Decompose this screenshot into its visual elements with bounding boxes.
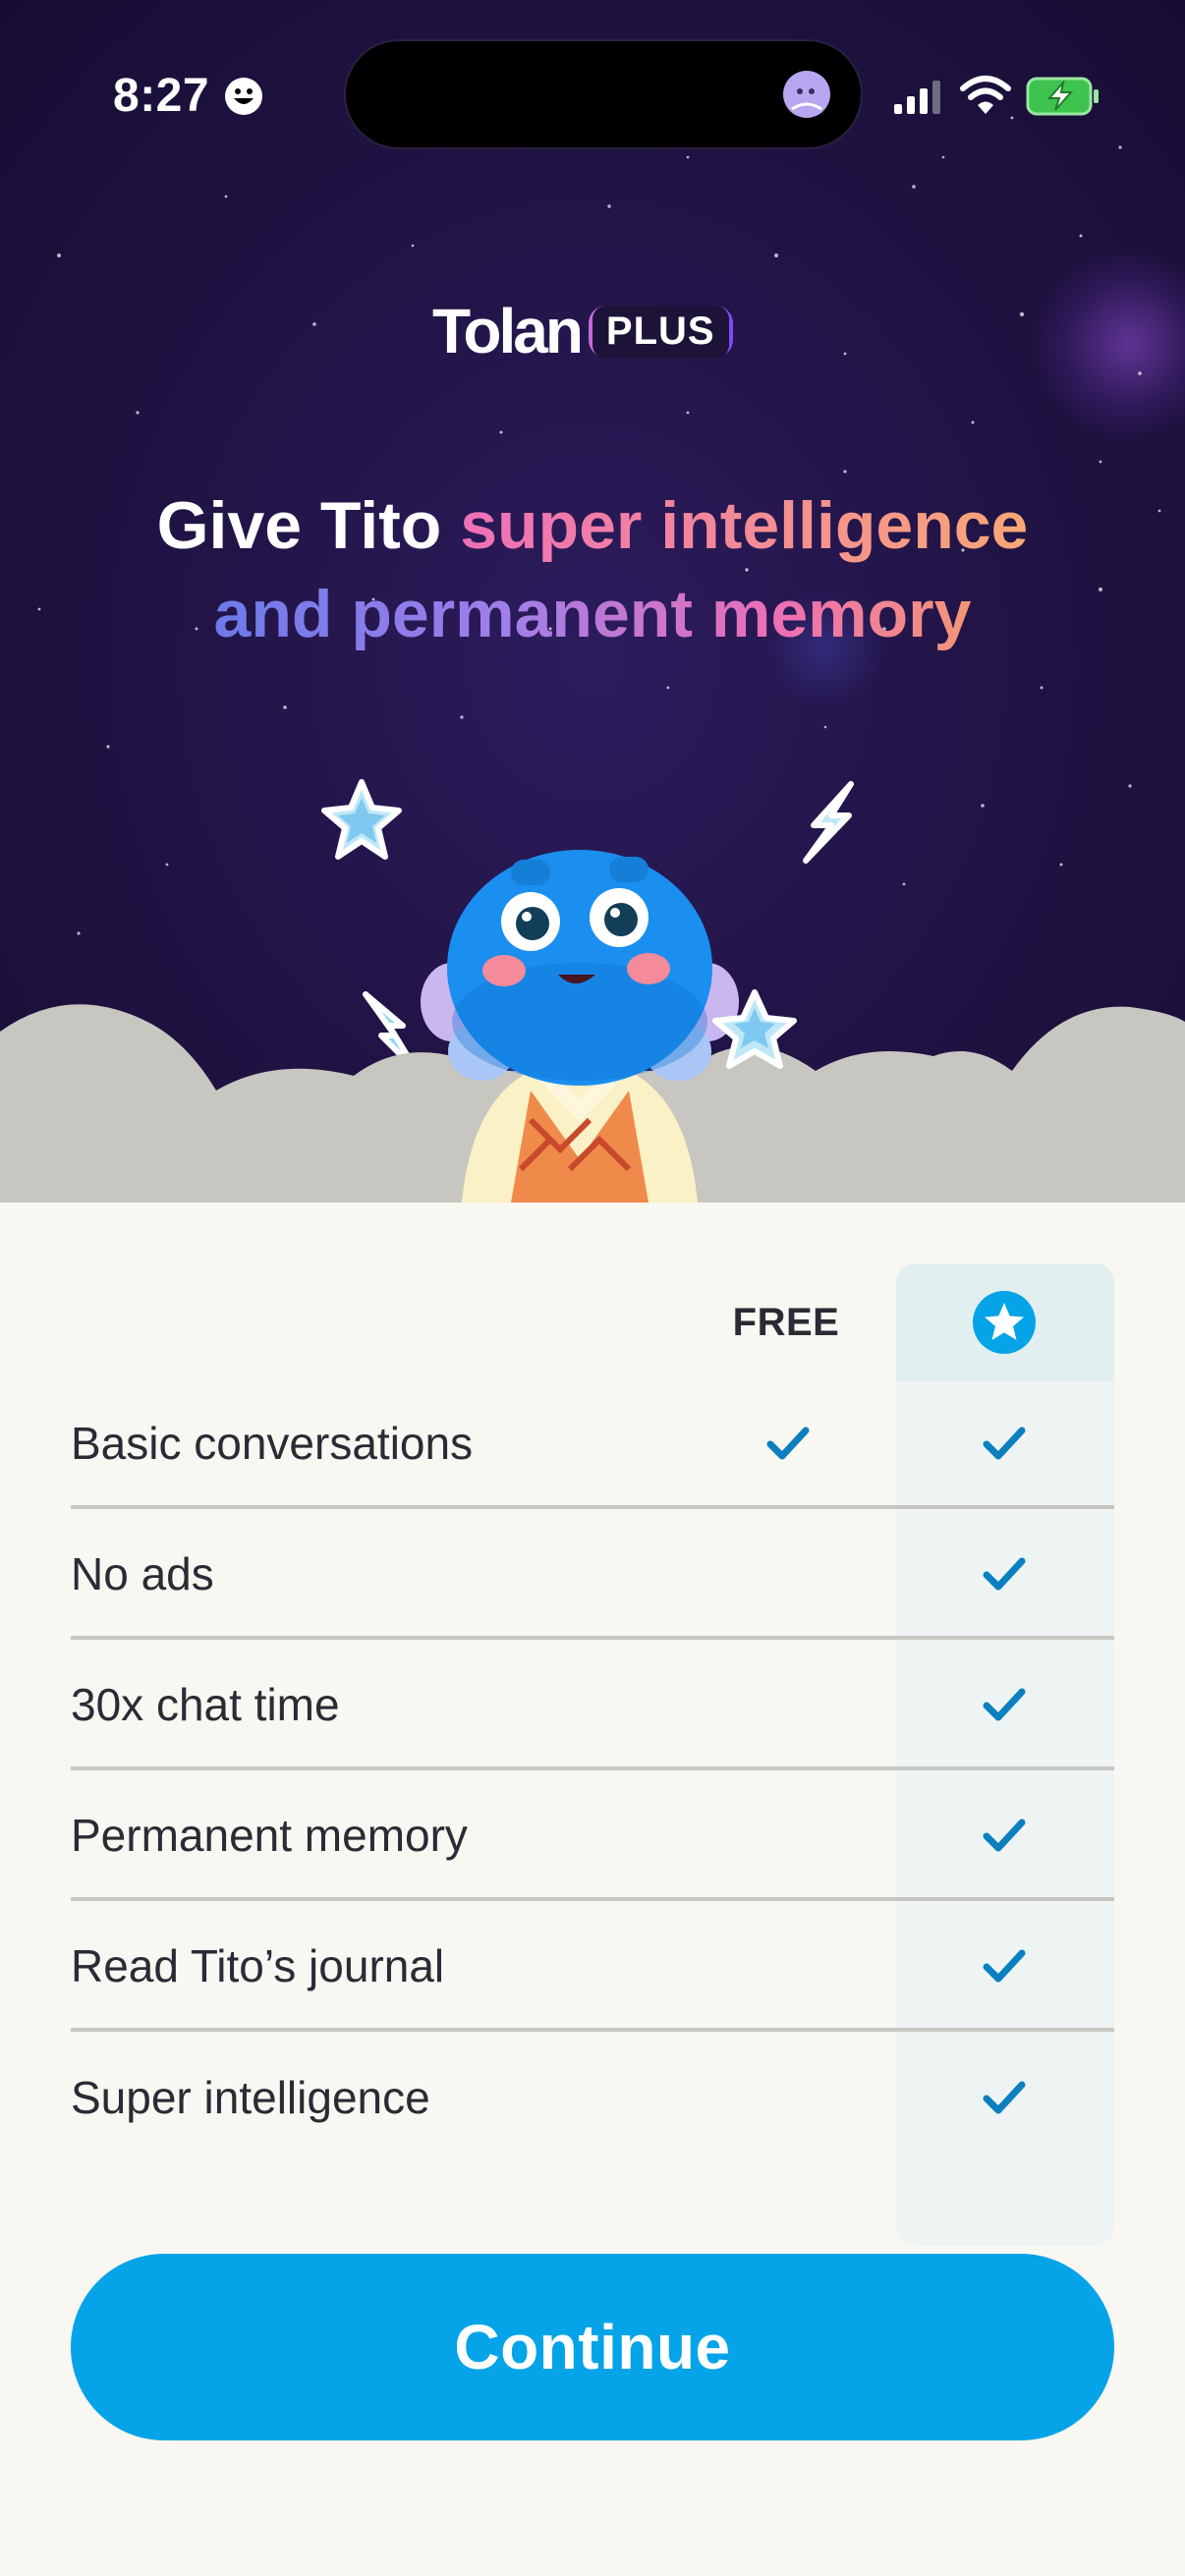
plus-checkmark-icon bbox=[983, 1425, 1026, 1462]
cellular-signal-icon bbox=[894, 81, 940, 114]
free-column-header: FREE bbox=[732, 1301, 840, 1344]
feature-label: Basic conversations bbox=[71, 1418, 474, 1469]
row-divider bbox=[71, 2028, 1114, 2032]
page-headline: Give Tito super intelligence and permane… bbox=[59, 481, 1126, 658]
feature-label: Super intelligence bbox=[71, 2072, 430, 2123]
plus-checkmark-icon bbox=[983, 1555, 1026, 1593]
plus-checkmark-icon bbox=[983, 2079, 1026, 2116]
feature-label: Read Tito’s journal bbox=[71, 1940, 445, 1991]
feature-label: No ads bbox=[71, 1548, 214, 1599]
headline-part-3: and permanent memory bbox=[213, 577, 972, 651]
headline-part-2: super intelligence bbox=[460, 488, 1029, 563]
wifi-icon bbox=[960, 76, 1011, 114]
battery-charging-icon bbox=[1026, 77, 1099, 116]
continue-button[interactable]: Continue bbox=[71, 2254, 1114, 2440]
free-checkmark-icon bbox=[766, 1425, 810, 1462]
brand-logo: Tolan PLUS bbox=[0, 295, 1185, 373]
brand-name: Tolan bbox=[432, 296, 584, 366]
smiley-face-icon bbox=[225, 78, 262, 115]
plus-checkmark-icon bbox=[983, 1686, 1026, 1723]
plus-checkmark-icon bbox=[983, 1817, 1026, 1854]
profile-avatar-icon bbox=[783, 71, 830, 118]
table-row: No ads bbox=[71, 1510, 1114, 1640]
status-time: 8:27 bbox=[113, 70, 210, 122]
headline-part-1: Give Tito bbox=[156, 488, 461, 563]
star-icon bbox=[973, 1291, 1036, 1354]
table-row: 30x chat time bbox=[71, 1641, 1114, 1770]
table-row: Basic conversations bbox=[71, 1379, 1114, 1509]
feature-comparison-table: FREE Basic conversations No ads 30x chat t… bbox=[0, 1203, 1185, 2576]
table-row: Read Tito’s journal bbox=[71, 1902, 1114, 2032]
feature-label: 30x chat time bbox=[71, 1679, 340, 1730]
plus-badge-label: PLUS bbox=[592, 305, 729, 359]
row-divider bbox=[71, 1505, 1114, 1509]
tito-mascot-illustration bbox=[421, 850, 797, 1203]
plus-badge: PLUS bbox=[588, 305, 733, 359]
plus-checkmark-icon bbox=[983, 1947, 1026, 1985]
feature-label: Permanent memory bbox=[71, 1810, 468, 1861]
row-divider bbox=[71, 1897, 1114, 1901]
row-divider bbox=[71, 1766, 1114, 1770]
hero-banner: 8:27 Tolan PLUS Give Tito super intellig… bbox=[0, 0, 1185, 1203]
table-row: Permanent memory bbox=[71, 1771, 1114, 1901]
table-row: Super intelligence bbox=[71, 2034, 1114, 2163]
row-divider bbox=[71, 1636, 1114, 1640]
